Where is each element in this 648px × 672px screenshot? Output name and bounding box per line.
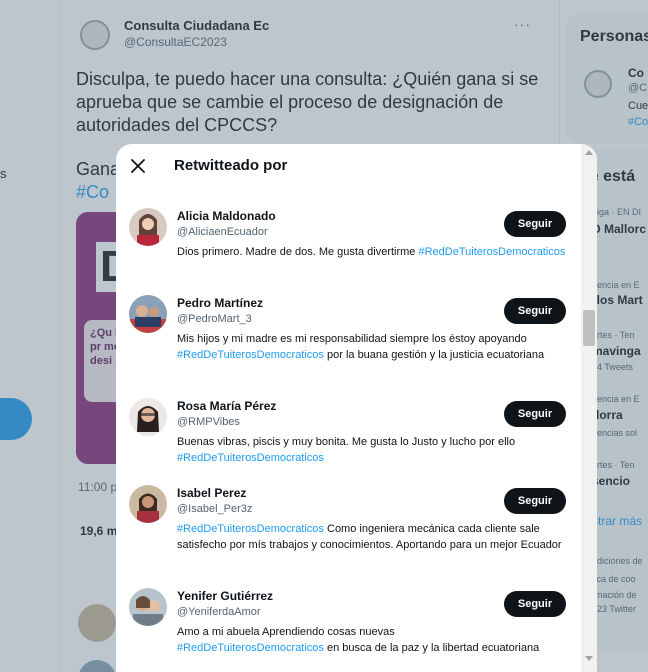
user-name[interactable]: Alicia Maldonado (177, 209, 276, 223)
bio-text: Buenas vibras, piscis y muy bonita. Me g… (177, 436, 516, 448)
user-name[interactable]: Pedro Martínez (177, 296, 263, 310)
bio-hashtag[interactable]: #RedDeTuiterosDemocraticos (177, 452, 324, 464)
user-avatar[interactable] (129, 485, 167, 523)
bio-text: Mis hijos y mi madre es mi responsabilid… (177, 333, 527, 345)
user-handle: @AliciaenEcuador (177, 226, 268, 238)
user-bio: Buenas vibras, piscis y muy bonita. Me g… (177, 434, 572, 466)
bio-hashtag[interactable]: #RedDeTuiterosDemocraticos (419, 246, 566, 258)
bio-text: por la buana gestión y la justicia ecuat… (323, 349, 545, 361)
close-icon (131, 159, 145, 173)
follow-button[interactable]: Seguir (504, 591, 566, 617)
modal-title: Retwitteado por (174, 157, 288, 174)
user-avatar[interactable] (129, 588, 167, 626)
user-bio: Dios primero. Madre de dos. Me gusta div… (177, 244, 572, 260)
bio-hashtag[interactable]: #RedDeTuiterosDemocraticos (177, 523, 324, 535)
user-handle: @RMPVibes (177, 416, 240, 428)
bio-text: Amo a mi abuela Aprendiendo cosas nuevas (177, 626, 395, 638)
user-bio: Mis hijos y mi madre es mi responsabilid… (177, 331, 572, 363)
follow-button[interactable]: Seguir (504, 488, 566, 514)
follow-button[interactable]: Seguir (504, 298, 566, 324)
bio-text: en busca de la paz y la libertad ecuator… (323, 642, 540, 654)
bio-text: Dios primero. Madre de dos. Me gusta div… (177, 246, 416, 258)
scrollbar-thumb[interactable] (583, 310, 595, 346)
user-handle: @YeniferdaAmor (177, 606, 261, 618)
user-avatar[interactable] (129, 295, 167, 333)
user-name[interactable]: Isabel Perez (177, 486, 246, 500)
user-avatar[interactable] (129, 398, 167, 436)
follow-button[interactable]: Seguir (504, 401, 566, 427)
bio-hashtag[interactable]: #RedDeTuiterosDemocraticos (177, 642, 324, 654)
user-bio: Amo a mi abuela Aprendiendo cosas nuevas… (177, 624, 572, 656)
scroll-up-arrow-icon[interactable] (585, 150, 593, 155)
follow-button[interactable]: Seguir (504, 211, 566, 237)
modal-scrollbar[interactable] (581, 144, 597, 672)
user-name[interactable]: Rosa María Pérez (177, 399, 276, 413)
scroll-down-arrow-icon[interactable] (585, 656, 593, 661)
user-bio: #RedDeTuiterosDemocraticos Como ingenier… (177, 521, 572, 553)
retweeted-by-modal: Retwitteado por Alicia Maldonado @Alicia… (116, 144, 597, 672)
close-button[interactable] (126, 154, 150, 178)
bio-hashtag[interactable]: #RedDeTuiterosDemocraticos (177, 349, 324, 361)
modal-header: Retwitteado por (116, 144, 597, 188)
user-name[interactable]: Yenifer Gutiérrez (177, 589, 273, 603)
user-handle: @Isabel_Per3z (177, 503, 253, 515)
user-handle: @PedroMart_3 (177, 313, 252, 325)
user-avatar[interactable] (129, 208, 167, 246)
